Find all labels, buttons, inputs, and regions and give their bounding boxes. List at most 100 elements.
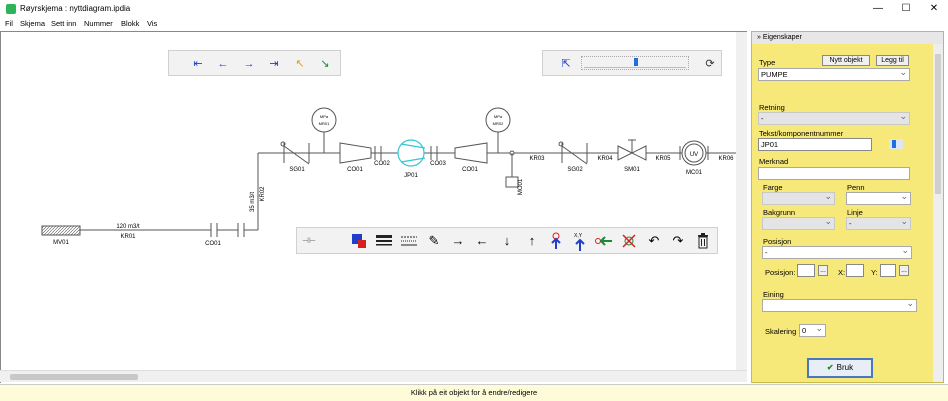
label-uv: UV: [690, 152, 698, 158]
line-select[interactable]: -: [846, 216, 911, 230]
text-toggle[interactable]: [889, 139, 903, 149]
label-kr06: KR06: [718, 156, 734, 162]
label-kr01-flow: 120 m3/t: [116, 224, 140, 230]
line-weight-icon[interactable]: [374, 232, 394, 250]
menu-nummer[interactable]: Nummer: [84, 19, 113, 28]
type-label: Type: [759, 58, 776, 67]
position-select[interactable]: -: [762, 245, 912, 259]
pencil-icon[interactable]: ✎: [424, 232, 444, 250]
position-browse-button[interactable]: ...: [818, 265, 828, 276]
label-jp01: JP01: [404, 173, 418, 179]
mo01-branch[interactable]: [505, 150, 519, 188]
position-field-label: Posisjon:: [765, 268, 796, 277]
diagram-svg: MV01 120 m3/t KR01 CO01 35 m3/t KR02 SG0…: [41, 107, 739, 247]
color-fill-icon[interactable]: [349, 232, 369, 250]
label-sm01: SM01: [624, 167, 640, 173]
canvas-vertical-scrollbar[interactable]: [736, 32, 747, 370]
arrow-right-icon[interactable]: →: [448, 232, 468, 250]
label-sg02: SG02: [567, 167, 583, 173]
collapse-chevron-icon[interactable]: »: [757, 34, 761, 41]
jp01-pump[interactable]: [397, 139, 426, 167]
line-style-icon[interactable]: [399, 232, 419, 250]
new-object-button[interactable]: Nytt objekt: [822, 55, 870, 66]
label-sg01: SG01: [289, 167, 305, 173]
zoom-toolbar: ⇱ ⟳: [542, 50, 722, 76]
arrow-left-icon[interactable]: ←: [472, 232, 492, 250]
y-input[interactable]: [880, 264, 896, 277]
arrow-down-icon[interactable]: ↓: [497, 232, 517, 250]
pipe-tool-icon[interactable]: ⊣⊢: [299, 232, 319, 250]
label-kr03: KR03: [529, 156, 545, 162]
label-co02: CO02: [374, 161, 390, 167]
panel-title: Eigenskaper: [762, 34, 802, 41]
connect-icon[interactable]: [594, 232, 614, 250]
pen-select[interactable]: [846, 191, 911, 205]
text-component-input[interactable]: JP01: [758, 138, 872, 151]
menu-vis[interactable]: Vis: [147, 19, 157, 28]
position-label: Posisjon: [763, 237, 792, 246]
minimize-button[interactable]: —: [866, 2, 890, 16]
diagram-canvas[interactable]: MV01 120 m3/t KR01 CO01 35 m3/t KR02 SG0…: [0, 31, 747, 383]
redo-icon[interactable]: ↷: [668, 232, 688, 250]
color-select[interactable]: [762, 191, 835, 205]
mv01-symbol[interactable]: [41, 225, 81, 236]
undo-icon[interactable]: ↶: [644, 232, 664, 250]
add-button[interactable]: Legg til: [876, 55, 909, 66]
color-label: Farge: [763, 183, 783, 192]
remark-input[interactable]: [758, 167, 910, 180]
label-kr01: KR01: [120, 234, 136, 240]
label-co03: CO03: [430, 161, 446, 167]
navigation-toolbar: ⇤ ← → ⇥ ↖ ↘: [168, 50, 341, 76]
canvas-horizontal-scroll-thumb[interactable]: [10, 374, 138, 380]
move-down-right-icon[interactable]: ↘: [316, 55, 334, 73]
apply-button[interactable]: ✔ Bruk: [807, 358, 873, 378]
app-icon: [6, 4, 16, 14]
label-mo01: MO01: [518, 178, 524, 195]
menu-sett-inn[interactable]: Sett inn: [51, 19, 76, 28]
menu-blokk[interactable]: Blokk: [121, 19, 139, 28]
co01-reducer-b[interactable]: [454, 142, 488, 164]
menu-skjema[interactable]: Skjema: [20, 19, 45, 28]
first-icon[interactable]: ⇤: [189, 55, 207, 73]
panel-header[interactable]: » Eigenskaper: [752, 32, 943, 44]
properties-panel: » Eigenskaper Nytt objekt Legg til Type …: [751, 31, 944, 383]
label-co01-b: CO01: [462, 167, 478, 173]
panel-scroll-thumb[interactable]: [935, 54, 941, 194]
xy-browse-button[interactable]: ...: [899, 265, 909, 276]
disconnect-icon[interactable]: [619, 232, 639, 250]
previous-arrow-icon[interactable]: ←: [214, 55, 232, 73]
x-input[interactable]: [846, 264, 864, 277]
position-xy-icon[interactable]: X,Y: [570, 232, 590, 251]
move-up-left-icon[interactable]: ↖: [291, 55, 309, 73]
scale-select[interactable]: 0: [799, 323, 826, 337]
label-mc01: MC01: [686, 170, 703, 176]
zoom-slider[interactable]: [581, 56, 689, 70]
co01-reducer-a[interactable]: [339, 142, 372, 164]
unit-select[interactable]: [762, 298, 917, 312]
x-label: X:: [838, 268, 846, 277]
fit-icon[interactable]: ⇱: [557, 55, 575, 73]
canvas-horizontal-scrollbar[interactable]: [0, 370, 747, 382]
type-select[interactable]: PUMPE: [758, 67, 910, 81]
trash-icon[interactable]: [693, 232, 713, 250]
line-label: Linje: [847, 208, 863, 217]
background-select[interactable]: [762, 216, 835, 230]
sm01-valve[interactable]: [617, 139, 647, 161]
insert-node-icon[interactable]: [546, 232, 566, 250]
background-label: Bakgrunn: [763, 208, 796, 217]
position-input[interactable]: [797, 264, 815, 277]
apply-button-label: Bruk: [836, 363, 854, 372]
menu-fil[interactable]: Fil: [5, 19, 13, 28]
panel-scrollbar[interactable]: [933, 44, 943, 382]
direction-select[interactable]: -: [758, 111, 910, 125]
next-arrow-icon[interactable]: →: [240, 55, 258, 73]
last-icon[interactable]: ⇥: [265, 55, 283, 73]
maximize-button[interactable]: ☐: [894, 2, 918, 16]
refresh-icon[interactable]: ⟳: [701, 55, 719, 73]
arrow-up-icon[interactable]: ↑: [522, 232, 542, 250]
close-button[interactable]: ✕: [922, 2, 946, 16]
label-kr05: KR05: [655, 156, 671, 162]
zoom-slider-thumb[interactable]: [634, 58, 638, 66]
label-gauge1-unit: MPa: [320, 114, 329, 119]
menu-bar: Fil Skjema Sett inn Nummer Blokk Vis: [0, 18, 948, 30]
